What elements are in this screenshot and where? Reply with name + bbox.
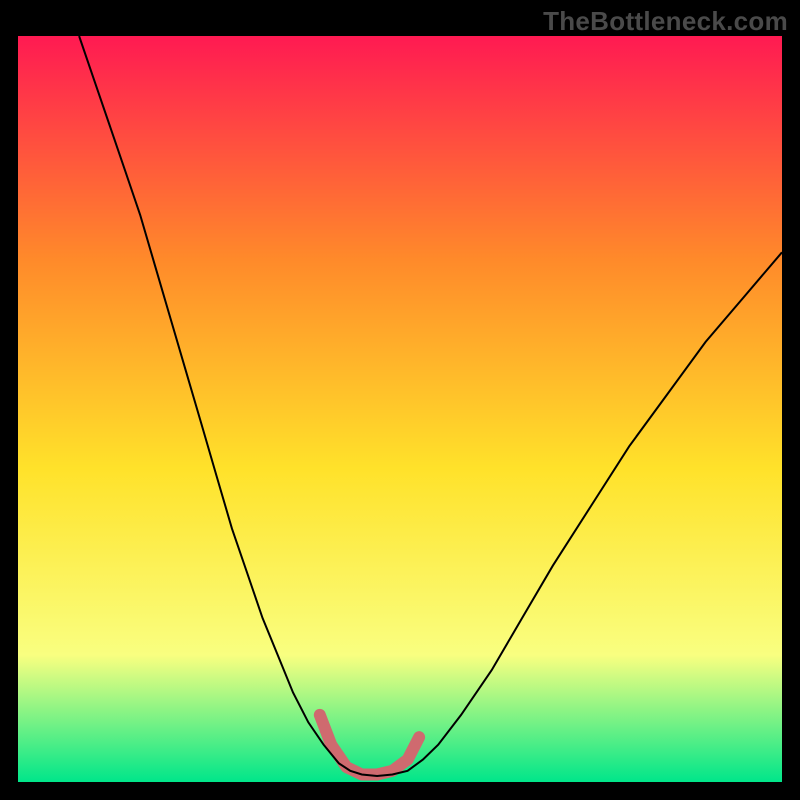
chart-stage: TheBottleneck.com — [0, 0, 800, 800]
chart-svg — [0, 0, 800, 800]
plot-gradient-area — [18, 36, 782, 782]
watermark-text: TheBottleneck.com — [543, 6, 788, 37]
